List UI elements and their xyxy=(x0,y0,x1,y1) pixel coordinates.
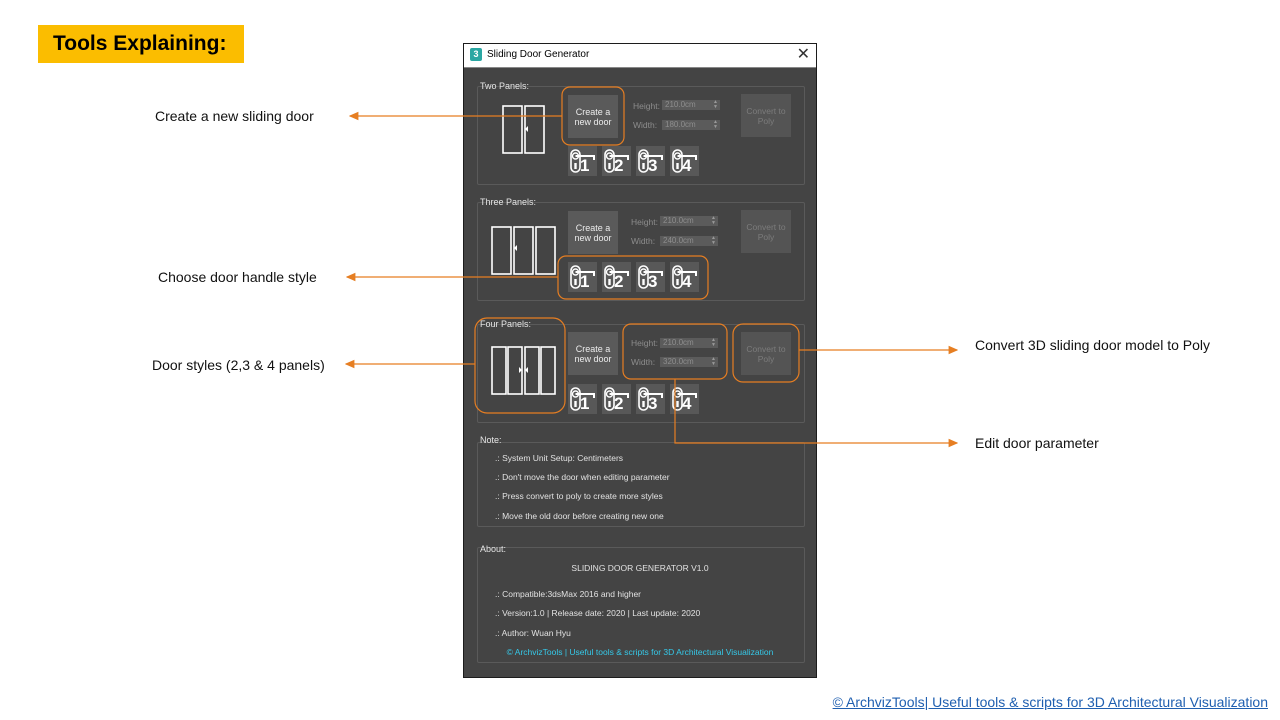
handle-style-number: 2 xyxy=(614,272,624,291)
handle-style-number: 2 xyxy=(614,156,624,175)
height-spinner-2[interactable]: 210.0cm ▲ ▼ xyxy=(662,100,720,110)
height-label-4: Height: xyxy=(631,338,658,348)
create-new-door-button-2[interactable]: Create a new door xyxy=(568,95,618,138)
close-icon[interactable]: ✕ xyxy=(797,45,810,65)
handle-style-button-2[interactable]: 2 xyxy=(602,146,631,176)
window-titlebar: 3 Sliding Door Generator ✕ xyxy=(464,44,816,68)
handle-style-number: 1 xyxy=(580,156,590,175)
note-line: .: Move the old door before creating new… xyxy=(495,511,664,521)
width-spinner-4[interactable]: 320.0cm ▲ ▼ xyxy=(660,357,718,367)
spinner-arrows-icon[interactable]: ▲ ▼ xyxy=(711,236,716,246)
sliding-door-generator-window: 3 Sliding Door Generator ✕ Two Panels: C… xyxy=(463,43,817,678)
annotation-styles: Door styles (2,3 & 4 panels) xyxy=(152,357,325,373)
group-label-three-panels: Three Panels: xyxy=(480,197,537,207)
note-line: .: Don't move the door when editing para… xyxy=(495,472,670,482)
window-title: Sliding Door Generator xyxy=(487,49,590,60)
height-spinner-3[interactable]: 210.0cm ▲ ▼ xyxy=(660,216,718,226)
convert-to-poly-button-4[interactable]: Convert to Poly xyxy=(741,332,791,375)
about-line: .: Author: Wuan Hyu xyxy=(495,628,571,638)
handle-style-button-1[interactable]: 1 xyxy=(568,262,597,292)
note-line: .: Press convert to poly to create more … xyxy=(495,491,663,501)
handle-style-button-2[interactable]: 2 xyxy=(602,384,631,414)
door-three-panel-icon[interactable] xyxy=(490,226,558,276)
create-new-door-button-4[interactable]: Create a new door xyxy=(568,332,618,375)
spinner-arrows-icon[interactable]: ▲ ▼ xyxy=(711,357,716,367)
width-value-3: 240.0cm xyxy=(663,236,694,245)
handle-style-number: 1 xyxy=(580,394,590,413)
spinner-arrows-icon[interactable]: ▲ ▼ xyxy=(711,216,716,226)
handle-style-number: 2 xyxy=(614,394,624,413)
note-label: Note: xyxy=(480,435,502,445)
annotation-edit: Edit door parameter xyxy=(975,435,1099,451)
handle-style-number: 4 xyxy=(682,156,692,175)
height-value-3: 210.0cm xyxy=(663,216,694,225)
width-spinner-3[interactable]: 240.0cm ▲ ▼ xyxy=(660,236,718,246)
handle-style-number: 1 xyxy=(580,272,590,291)
about-label: About: xyxy=(480,544,507,554)
app-icon: 3 xyxy=(470,48,482,61)
handle-style-button-4[interactable]: 4 xyxy=(670,262,699,292)
height-label-2: Height: xyxy=(633,101,660,111)
width-label-3: Width: xyxy=(631,236,656,246)
height-value-4: 210.0cm xyxy=(663,338,694,347)
door-four-panel-icon[interactable] xyxy=(490,346,558,396)
convert-to-poly-button-2[interactable]: Convert to Poly xyxy=(741,94,791,137)
handle-style-button-1[interactable]: 1 xyxy=(568,384,597,414)
handle-style-button-3[interactable]: 3 xyxy=(636,384,665,414)
spinner-arrows-icon[interactable]: ▲ ▼ xyxy=(713,120,718,130)
width-spinner-2[interactable]: 180.0cm ▲ ▼ xyxy=(662,120,720,130)
width-value-4: 320.0cm xyxy=(663,357,694,366)
convert-to-poly-button-3[interactable]: Convert to Poly xyxy=(741,210,791,253)
handle-style-button-3[interactable]: 3 xyxy=(636,146,665,176)
handle-style-button-3[interactable]: 3 xyxy=(636,262,665,292)
group-label-two-panels: Two Panels: xyxy=(480,81,530,91)
group-label-four-panels: Four Panels: xyxy=(480,319,532,329)
handle-style-button-2[interactable]: 2 xyxy=(602,262,631,292)
page-heading: Tools Explaining: xyxy=(38,25,244,63)
create-new-door-button-3[interactable]: Create a new door xyxy=(568,211,618,254)
door-two-panel-icon[interactable] xyxy=(501,105,546,155)
width-label-4: Width: xyxy=(631,357,656,367)
width-value-2: 180.0cm xyxy=(665,120,696,129)
height-spinner-4[interactable]: 210.0cm ▲ ▼ xyxy=(660,338,718,348)
footer-link[interactable]: © ArchvizTools| Useful tools & scripts f… xyxy=(833,694,1268,710)
about-line: .: Compatible:3dsMax 2016 and higher xyxy=(495,589,642,599)
note-line: .: System Unit Setup: Centimeters xyxy=(495,453,624,463)
width-label-2: Width: xyxy=(633,120,658,130)
annotation-convert: Convert 3D sliding door model to Poly xyxy=(975,337,1211,353)
height-label-3: Height: xyxy=(631,217,658,227)
handle-style-button-4[interactable]: 4 xyxy=(670,146,699,176)
handle-style-number: 4 xyxy=(682,394,692,413)
annotation-handle: Choose door handle style xyxy=(158,269,317,285)
about-title: SLIDING DOOR GENERATOR V1.0 xyxy=(571,563,709,573)
about-line: .: Version:1.0 | Release date: 2020 | La… xyxy=(495,608,701,618)
handle-style-number: 3 xyxy=(648,156,658,175)
handle-style-button-1[interactable]: 1 xyxy=(568,146,597,176)
about-credit: © ArchvizTools | Useful tools & scripts … xyxy=(506,647,774,657)
handle-style-button-4[interactable]: 4 xyxy=(670,384,699,414)
height-value-2: 210.0cm xyxy=(665,100,696,109)
spinner-arrows-icon[interactable]: ▲ ▼ xyxy=(711,338,716,348)
handle-style-number: 3 xyxy=(648,394,658,413)
handle-style-number: 3 xyxy=(648,272,658,291)
annotation-create: Create a new sliding door xyxy=(155,108,314,124)
spinner-arrows-icon[interactable]: ▲ ▼ xyxy=(713,100,718,110)
handle-style-number: 4 xyxy=(682,272,692,291)
